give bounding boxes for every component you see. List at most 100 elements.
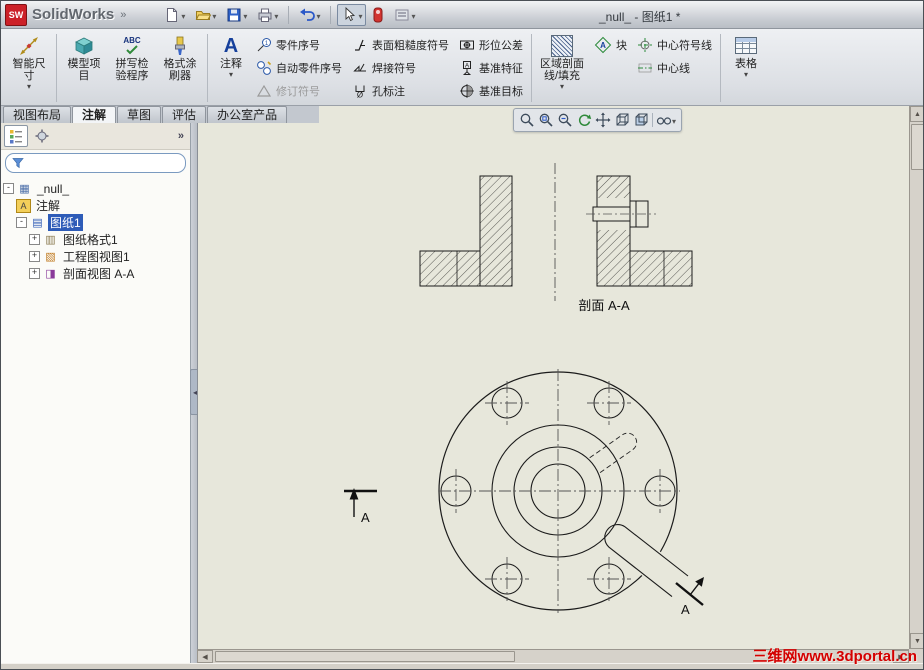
heads-up-view-toolbar bbox=[513, 108, 683, 132]
chevron-down-icon[interactable] bbox=[316, 8, 320, 22]
new-document-button[interactable] bbox=[160, 4, 189, 26]
tab-sketch[interactable]: 草图 bbox=[117, 106, 162, 123]
tree-item-annotations[interactable]: A 注解 bbox=[16, 197, 188, 214]
select-cursor-icon bbox=[346, 6, 356, 21]
center-mark-button[interactable]: 中心符号线 bbox=[632, 34, 717, 56]
rotate-view-button[interactable] bbox=[576, 112, 592, 128]
block-button[interactable]: A 块 bbox=[589, 34, 632, 56]
toolbar-overflow-icon[interactable]: » bbox=[120, 9, 126, 21]
weld-symbol-icon bbox=[353, 63, 366, 72]
surface-finish-button[interactable]: 表面粗糙度符号 bbox=[347, 34, 454, 56]
auto-balloon-button[interactable]: 自动零件序号 bbox=[251, 57, 347, 79]
chevron-down-icon[interactable] bbox=[672, 113, 676, 127]
chevron-down-icon[interactable] bbox=[243, 8, 247, 22]
options-button[interactable] bbox=[390, 4, 419, 26]
vertical-scrollbar[interactable]: ▲ ▼ bbox=[909, 106, 923, 649]
model-items-button[interactable]: 模型项目 bbox=[60, 31, 108, 105]
filter-input[interactable] bbox=[28, 156, 179, 170]
scroll-up-button[interactable]: ▲ bbox=[910, 106, 923, 122]
zoom-area-button[interactable] bbox=[538, 112, 554, 128]
save-button[interactable] bbox=[222, 4, 251, 26]
feature-manager-panel: » - ▦ _null_ A 注解 - ▤ 图纸1 + ▥ 图纸格式1 + ▧ … bbox=[1, 123, 191, 663]
zoom-fit-button[interactable] bbox=[519, 112, 535, 128]
rebuild-button[interactable] bbox=[368, 4, 388, 26]
smart-dimension-icon bbox=[18, 33, 40, 58]
expander-icon[interactable]: + bbox=[29, 234, 40, 245]
view-settings-button[interactable] bbox=[656, 112, 676, 128]
zoom-fit-icon bbox=[520, 113, 534, 127]
expander-icon[interactable]: + bbox=[29, 268, 40, 279]
geometric-tolerance-icon bbox=[460, 40, 474, 50]
hole-callout-button[interactable]: Ø 孔标注 bbox=[347, 80, 454, 102]
center-mark-icon bbox=[638, 38, 652, 52]
tree-item-sheet-format1[interactable]: + ▥ 图纸格式1 bbox=[29, 231, 188, 248]
area-hatch-button[interactable]: 区域剖面线/填充 ▾ bbox=[535, 31, 589, 105]
format-painter-icon bbox=[169, 33, 191, 58]
chevron-down-icon[interactable]: ▾ bbox=[229, 70, 233, 79]
window-title: _null_ - 图纸1 * bbox=[599, 10, 681, 24]
chevron-down-icon[interactable] bbox=[274, 8, 278, 22]
chevron-down-icon[interactable] bbox=[181, 8, 185, 22]
feature-manager-tab[interactable] bbox=[4, 125, 28, 147]
chevron-down-icon[interactable] bbox=[411, 8, 415, 22]
select-button[interactable] bbox=[337, 3, 367, 26]
tree-item-drawing-view1[interactable]: + ▧ 工程图视图1 bbox=[29, 248, 188, 265]
brand-text: SolidWorks bbox=[32, 6, 115, 23]
datum-feature-button[interactable]: A 基准特征 bbox=[454, 57, 528, 79]
button-label: 基准目标 bbox=[479, 86, 523, 98]
button-label: 孔标注 bbox=[372, 86, 405, 98]
spell-checker-icon: ABC bbox=[123, 33, 141, 58]
datum-target-button[interactable]: 基准目标 bbox=[454, 80, 528, 102]
tab-annotation[interactable]: 注解 bbox=[72, 106, 117, 123]
drawing-sheet[interactable]: 剖面 A-A A A bbox=[197, 106, 909, 649]
expander-icon[interactable]: - bbox=[3, 183, 14, 194]
drawing-canvas[interactable]: 剖面 A-A A A bbox=[198, 106, 910, 649]
open-button[interactable] bbox=[191, 4, 220, 26]
tree-item-sheet1[interactable]: - ▤ 图纸1 bbox=[16, 214, 188, 231]
section-arrow-up bbox=[349, 488, 359, 500]
surface-finish-icon bbox=[355, 39, 365, 51]
button-label: 修订符号 bbox=[276, 86, 320, 98]
weld-symbol-button[interactable]: 焊接符号 bbox=[347, 57, 454, 79]
vertical-scroll-thumb[interactable] bbox=[911, 124, 923, 170]
spell-checker-button[interactable]: ABC 拼写检验程序 bbox=[108, 31, 156, 105]
property-manager-tab[interactable] bbox=[30, 125, 54, 147]
tree-filter[interactable] bbox=[5, 153, 186, 173]
view-orientation-icon bbox=[616, 113, 629, 126]
tree-item-section-view-aa[interactable]: + ◨ 剖面视图 A-A bbox=[29, 265, 188, 282]
drawing-view[interactable]: A A bbox=[344, 369, 704, 617]
tab-view-layout[interactable]: 视图布局 bbox=[3, 106, 72, 123]
balloon-button[interactable]: 1 零件序号 bbox=[251, 34, 347, 56]
tables-button[interactable]: 表格 ▾ bbox=[724, 31, 768, 105]
chevron-down-icon[interactable]: ▾ bbox=[744, 70, 748, 79]
zoom-previous-button[interactable] bbox=[557, 112, 573, 128]
expander-icon[interactable]: + bbox=[29, 251, 40, 262]
chevron-down-icon[interactable]: ▾ bbox=[560, 82, 564, 91]
geometric-tolerance-button[interactable]: 形位公差 bbox=[454, 34, 528, 56]
smart-dimension-button[interactable]: 智能尺寸 ▾ bbox=[5, 31, 53, 105]
pan-button[interactable] bbox=[595, 112, 611, 128]
chevron-down-icon[interactable] bbox=[212, 8, 216, 22]
chevron-down-icon[interactable]: ▾ bbox=[27, 82, 31, 91]
property-manager-icon bbox=[35, 129, 49, 143]
revision-symbol-button[interactable]: 修订符号 bbox=[251, 80, 347, 102]
chevron-down-icon[interactable] bbox=[358, 8, 362, 22]
panel-overflow-icon[interactable]: » bbox=[178, 130, 187, 142]
print-icon bbox=[258, 8, 272, 22]
section-view[interactable]: 剖面 A-A bbox=[419, 163, 693, 313]
note-button[interactable]: A 注释 ▾ bbox=[211, 31, 251, 105]
svg-text:A: A bbox=[600, 41, 606, 50]
button-label: 智能尺寸 bbox=[12, 58, 46, 82]
undo-button[interactable] bbox=[295, 4, 324, 26]
print-button[interactable] bbox=[253, 4, 282, 26]
tab-evaluate[interactable]: 评估 bbox=[162, 106, 207, 123]
horizontal-scroll-thumb[interactable] bbox=[215, 651, 515, 662]
centerline-button[interactable]: 中心线 bbox=[632, 57, 717, 79]
tree-item-root[interactable]: - ▦ _null_ bbox=[3, 180, 188, 197]
display-style-button[interactable] bbox=[633, 112, 649, 128]
format-painter-button[interactable]: 格式涂刷器 bbox=[156, 31, 204, 105]
expander-icon[interactable]: - bbox=[16, 217, 27, 228]
view-orientation-button[interactable] bbox=[614, 112, 630, 128]
tab-office-products[interactable]: 办公室产品 bbox=[207, 106, 288, 123]
scroll-left-button[interactable]: ◀ bbox=[197, 650, 213, 663]
